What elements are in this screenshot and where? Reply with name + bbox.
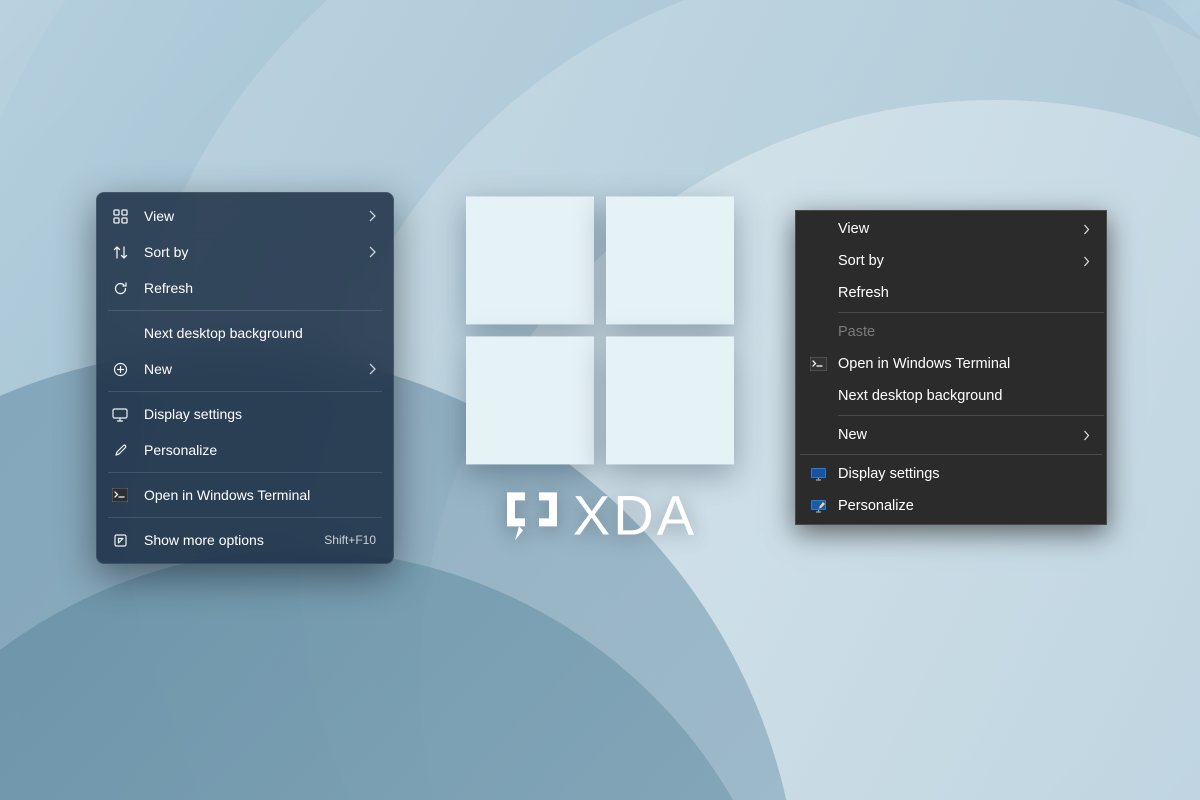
menu-item-open-in-windows-terminal[interactable]: Open in Windows Terminal — [798, 348, 1104, 380]
chevron-right-icon — [368, 246, 376, 258]
windows-logo-icon — [466, 196, 734, 464]
menu-item-label: Open in Windows Terminal — [144, 487, 376, 503]
refresh-icon — [110, 278, 130, 298]
menu-item-refresh[interactable]: Refresh — [798, 277, 1104, 309]
terminal-icon — [110, 485, 130, 505]
center-logo: XDA — [466, 196, 734, 547]
menu-separator — [800, 454, 1102, 455]
menu-item-personalize[interactable]: Personalize — [798, 490, 1104, 522]
menu-separator — [108, 391, 382, 392]
chevron-right-icon — [1083, 224, 1090, 235]
menu-item-display-settings[interactable]: Display settings — [798, 458, 1104, 490]
chevron-right-icon — [368, 363, 376, 375]
menu-item-open-in-windows-terminal[interactable]: Open in Windows Terminal — [102, 477, 388, 513]
menu-item-label: Sort by — [838, 253, 1083, 269]
menu-item-label: Personalize — [144, 442, 376, 458]
blank-icon — [808, 386, 828, 406]
menu-item-view[interactable]: View — [798, 213, 1104, 245]
menu-item-new[interactable]: New — [102, 351, 388, 387]
xda-bracket-icon — [503, 488, 561, 542]
blank-icon — [808, 322, 828, 342]
menu-separator — [838, 312, 1104, 313]
blank-icon — [808, 425, 828, 445]
sort-icon — [110, 242, 130, 262]
context-menu-win10: View Sort by Refresh Paste Open in Windo… — [795, 210, 1107, 525]
personalize-icon — [808, 496, 828, 516]
menu-item-refresh[interactable]: Refresh — [102, 270, 388, 306]
menu-item-view[interactable]: View — [102, 198, 388, 234]
chevron-right-icon — [1083, 430, 1090, 441]
menu-item-personalize[interactable]: Personalize — [102, 432, 388, 468]
menu-item-new[interactable]: New — [798, 419, 1104, 451]
chevron-right-icon — [1083, 256, 1090, 267]
menu-item-label: Sort by — [144, 244, 368, 260]
menu-item-label: Refresh — [144, 280, 376, 296]
menu-separator — [108, 517, 382, 518]
menu-item-label: Next desktop background — [838, 388, 1090, 404]
chevron-right-icon — [368, 210, 376, 222]
menu-item-label: Display settings — [144, 406, 376, 422]
blank-icon — [110, 323, 130, 343]
menu-item-label: Show more options — [144, 532, 314, 548]
grid-icon — [110, 206, 130, 226]
menu-item-next-desktop-background[interactable]: Next desktop background — [798, 380, 1104, 412]
menu-item-sort-by[interactable]: Sort by — [798, 245, 1104, 277]
menu-separator — [108, 310, 382, 311]
paintbrush-icon — [110, 440, 130, 460]
menu-item-label: New — [838, 427, 1083, 443]
menu-item-display-settings[interactable]: Display settings — [102, 396, 388, 432]
terminal-icon — [808, 354, 828, 374]
display-icon — [110, 404, 130, 424]
menu-item-label: Display settings — [838, 466, 1090, 482]
menu-item-paste: Paste — [798, 316, 1104, 348]
plus-circle-icon — [110, 359, 130, 379]
menu-item-sort-by[interactable]: Sort by — [102, 234, 388, 270]
menu-item-label: Next desktop background — [144, 325, 376, 341]
blank-icon — [808, 251, 828, 271]
menu-item-label: New — [144, 361, 368, 377]
context-menu-win11: View Sort by Refresh Next desktop backgr… — [96, 192, 394, 564]
menu-item-label: Refresh — [838, 285, 1090, 301]
menu-item-show-more-options[interactable]: Show more options Shift+F10 — [102, 522, 388, 558]
xda-text: XDA — [573, 482, 697, 547]
menu-separator — [838, 415, 1104, 416]
menu-item-next-desktop-background[interactable]: Next desktop background — [102, 315, 388, 351]
blank-icon — [808, 283, 828, 303]
blank-icon — [808, 219, 828, 239]
menu-item-label: View — [838, 221, 1083, 237]
xda-logo: XDA — [503, 482, 697, 547]
menu-separator — [108, 472, 382, 473]
menu-item-label: Paste — [838, 324, 1090, 340]
menu-item-shortcut: Shift+F10 — [324, 533, 376, 547]
menu-item-label: Open in Windows Terminal — [838, 356, 1090, 372]
display-icon — [808, 464, 828, 484]
menu-item-label: View — [144, 208, 368, 224]
menu-item-label: Personalize — [838, 498, 1090, 514]
expand-icon — [110, 530, 130, 550]
